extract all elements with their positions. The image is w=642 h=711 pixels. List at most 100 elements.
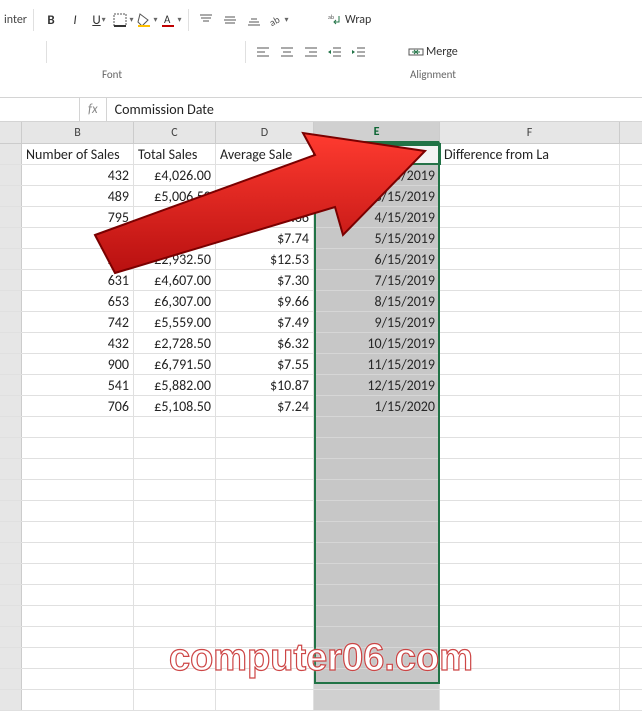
cell[interactable]	[440, 438, 620, 458]
cell-diff[interactable]	[440, 375, 620, 395]
wrap-text-button[interactable]: ab Wrap	[323, 9, 375, 31]
row-header[interactable]	[0, 543, 22, 563]
row-header[interactable]	[0, 291, 22, 311]
cell[interactable]	[314, 438, 440, 458]
cell[interactable]	[440, 669, 620, 689]
cell[interactable]	[22, 606, 134, 626]
cell[interactable]	[216, 543, 314, 563]
cell[interactable]	[22, 480, 134, 500]
fx-icon[interactable]: fx	[80, 98, 107, 121]
cell-total[interactable]: £3,8	[134, 228, 216, 248]
cell-sales[interactable]: 432	[22, 165, 134, 185]
cell[interactable]	[216, 480, 314, 500]
cell[interactable]	[314, 627, 440, 647]
cell[interactable]	[216, 438, 314, 458]
cell-header-sales[interactable]: Number of Sales	[22, 144, 134, 164]
cell[interactable]	[314, 417, 440, 437]
cell-sales[interactable]: 900	[22, 354, 134, 374]
cell-date[interactable]: 3/15/2019	[314, 186, 440, 206]
cell-header-date[interactable]: nission Date	[314, 144, 440, 164]
cell[interactable]	[134, 690, 216, 710]
cell[interactable]	[22, 417, 134, 437]
cell-avg[interactable]: $10.66	[216, 207, 314, 227]
formula-input[interactable]: Commission Date	[107, 98, 642, 121]
cell[interactable]	[22, 501, 134, 521]
cell-avg[interactable]: $6.32	[216, 333, 314, 353]
select-all-corner[interactable]	[0, 122, 22, 143]
cell-date[interactable]: 10/15/2019	[314, 333, 440, 353]
cell-sales[interactable]: 501	[22, 228, 134, 248]
cell-date[interactable]: 7/15/2019	[314, 270, 440, 290]
cell-header-avg[interactable]: Average Sale	[216, 144, 314, 164]
cell-avg[interactable]: $12.53	[216, 249, 314, 269]
cell[interactable]	[134, 501, 216, 521]
row-header[interactable]	[0, 354, 22, 374]
cell-total[interactable]: £5,006.50	[134, 186, 216, 206]
cell[interactable]	[22, 522, 134, 542]
cell-diff[interactable]	[440, 186, 620, 206]
cell[interactable]	[440, 522, 620, 542]
cell[interactable]	[314, 480, 440, 500]
cell[interactable]	[134, 669, 216, 689]
cell[interactable]	[22, 669, 134, 689]
cell[interactable]	[22, 543, 134, 563]
row-header[interactable]	[0, 396, 22, 416]
bold-button[interactable]: B	[40, 9, 62, 31]
cell[interactable]	[134, 648, 216, 668]
cell-total[interactable]: £2,728.50	[134, 333, 216, 353]
cell[interactable]	[314, 543, 440, 563]
cell[interactable]	[216, 648, 314, 668]
row-header[interactable]	[0, 564, 22, 584]
borders-button[interactable]: ▾	[112, 9, 134, 31]
fill-color-button[interactable]: ▾	[136, 9, 158, 31]
row-header[interactable]	[0, 627, 22, 647]
row-header[interactable]	[0, 186, 22, 206]
cell-diff[interactable]	[440, 291, 620, 311]
cell[interactable]	[440, 459, 620, 479]
cell[interactable]	[440, 480, 620, 500]
decrease-indent-button[interactable]	[324, 41, 346, 63]
cell-date[interactable]: 5/15/2019	[314, 228, 440, 248]
cell[interactable]	[216, 564, 314, 584]
cell-diff[interactable]	[440, 249, 620, 269]
cell-total[interactable]: £6,307.00	[134, 291, 216, 311]
cell[interactable]	[134, 480, 216, 500]
cell[interactable]	[134, 564, 216, 584]
cell-sales[interactable]: 489	[22, 186, 134, 206]
cell[interactable]	[216, 669, 314, 689]
cell-avg[interactable]: $7.74	[216, 228, 314, 248]
cell-total[interactable]: £4,026.00	[134, 165, 216, 185]
cell-avg[interactable]: $7.49	[216, 312, 314, 332]
cell[interactable]	[134, 627, 216, 647]
cell[interactable]	[314, 501, 440, 521]
cell[interactable]	[216, 417, 314, 437]
cell-sales[interactable]: 653	[22, 291, 134, 311]
cell-sales[interactable]: 631	[22, 270, 134, 290]
cell[interactable]	[440, 690, 620, 710]
cell[interactable]	[440, 585, 620, 605]
cell[interactable]	[314, 585, 440, 605]
cell-sales[interactable]: 706	[22, 396, 134, 416]
align-center-button[interactable]	[276, 41, 298, 63]
cell-total[interactable]: £5,559.00	[134, 312, 216, 332]
row-header[interactable]	[0, 585, 22, 605]
cell[interactable]	[134, 522, 216, 542]
cell[interactable]	[22, 438, 134, 458]
cell[interactable]	[314, 459, 440, 479]
cell-avg[interactable]: $9	[216, 165, 314, 185]
cell[interactable]	[440, 606, 620, 626]
cell-total[interactable]: £6,791.50	[134, 354, 216, 374]
cell-header-total[interactable]: Total Sales	[134, 144, 216, 164]
underline-button[interactable]: U▾	[88, 9, 110, 31]
align-right-button[interactable]	[300, 41, 322, 63]
cell-diff[interactable]	[440, 207, 620, 227]
align-bottom-button[interactable]	[243, 9, 265, 31]
cell[interactable]	[440, 627, 620, 647]
cell-total[interactable]: £5,882.00	[134, 375, 216, 395]
row-header[interactable]	[0, 207, 22, 227]
row-header[interactable]	[0, 228, 22, 248]
cell[interactable]	[440, 564, 620, 584]
cell[interactable]	[22, 690, 134, 710]
cell[interactable]	[22, 585, 134, 605]
cell-diff[interactable]	[440, 270, 620, 290]
